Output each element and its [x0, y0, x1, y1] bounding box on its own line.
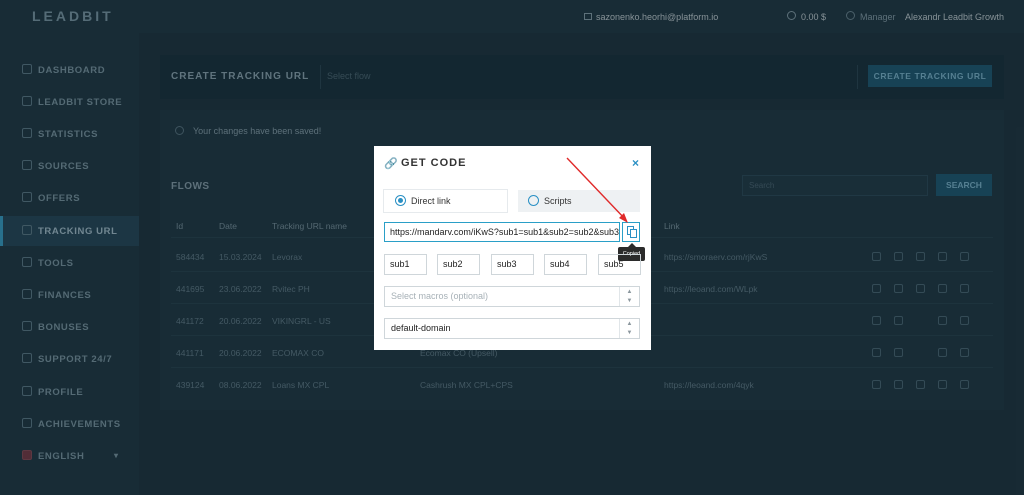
- annotation-arrow: [566, 157, 628, 223]
- arrow-line: [566, 157, 627, 221]
